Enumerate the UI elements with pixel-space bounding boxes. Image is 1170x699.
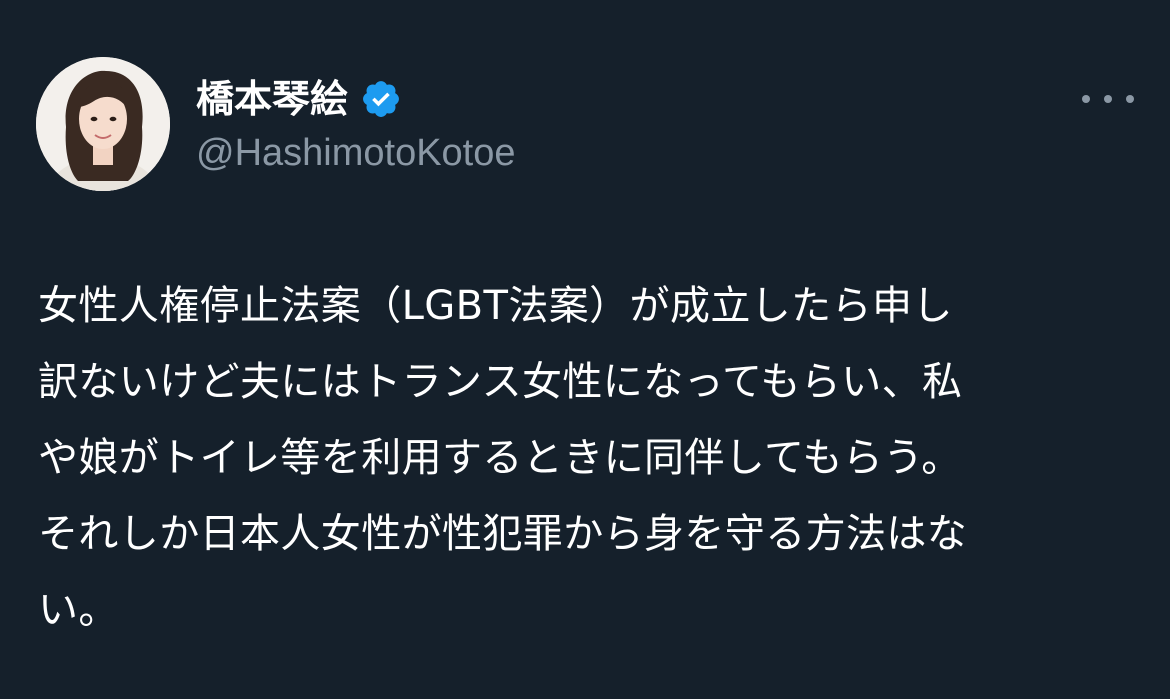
author-name[interactable]: 橋本琴絵 [196, 74, 348, 124]
more-horizontal-icon [1082, 95, 1090, 103]
author-avatar[interactable] [36, 57, 170, 191]
tweet-text-line: 女性人権停止法案（LGBT法案）が成立したら申し [38, 283, 953, 329]
tweet-text-line: や娘がトイレ等を利用するときに同伴してもらう。 [38, 435, 962, 481]
tweet-text: 女性人権停止法案（LGBT法案）が成立したら申し 訳ないけど夫にはトランス女性に… [38, 268, 1148, 648]
author-name-row: 橋本琴絵 [196, 74, 402, 124]
more-options-button[interactable] [1082, 84, 1134, 114]
tweet-card: 橋本琴絵 @HashimotoKotoe 女性人権停止法案（LGBT法案）が成立… [0, 0, 1170, 699]
tweet-text-line: 訳ないけど夫にはトランス女性になってもらい、私 [38, 359, 963, 405]
more-horizontal-icon [1104, 95, 1112, 103]
tweet-text-line: それしか日本人女性が性犯罪から身を守る方法はな [38, 511, 968, 557]
author-handle[interactable]: @HashimotoKotoe [196, 130, 516, 176]
verified-badge-icon [360, 78, 402, 120]
tweet-text-line: い。 [38, 587, 119, 633]
more-horizontal-icon [1126, 95, 1134, 103]
avatar-photo-icon [36, 57, 170, 191]
